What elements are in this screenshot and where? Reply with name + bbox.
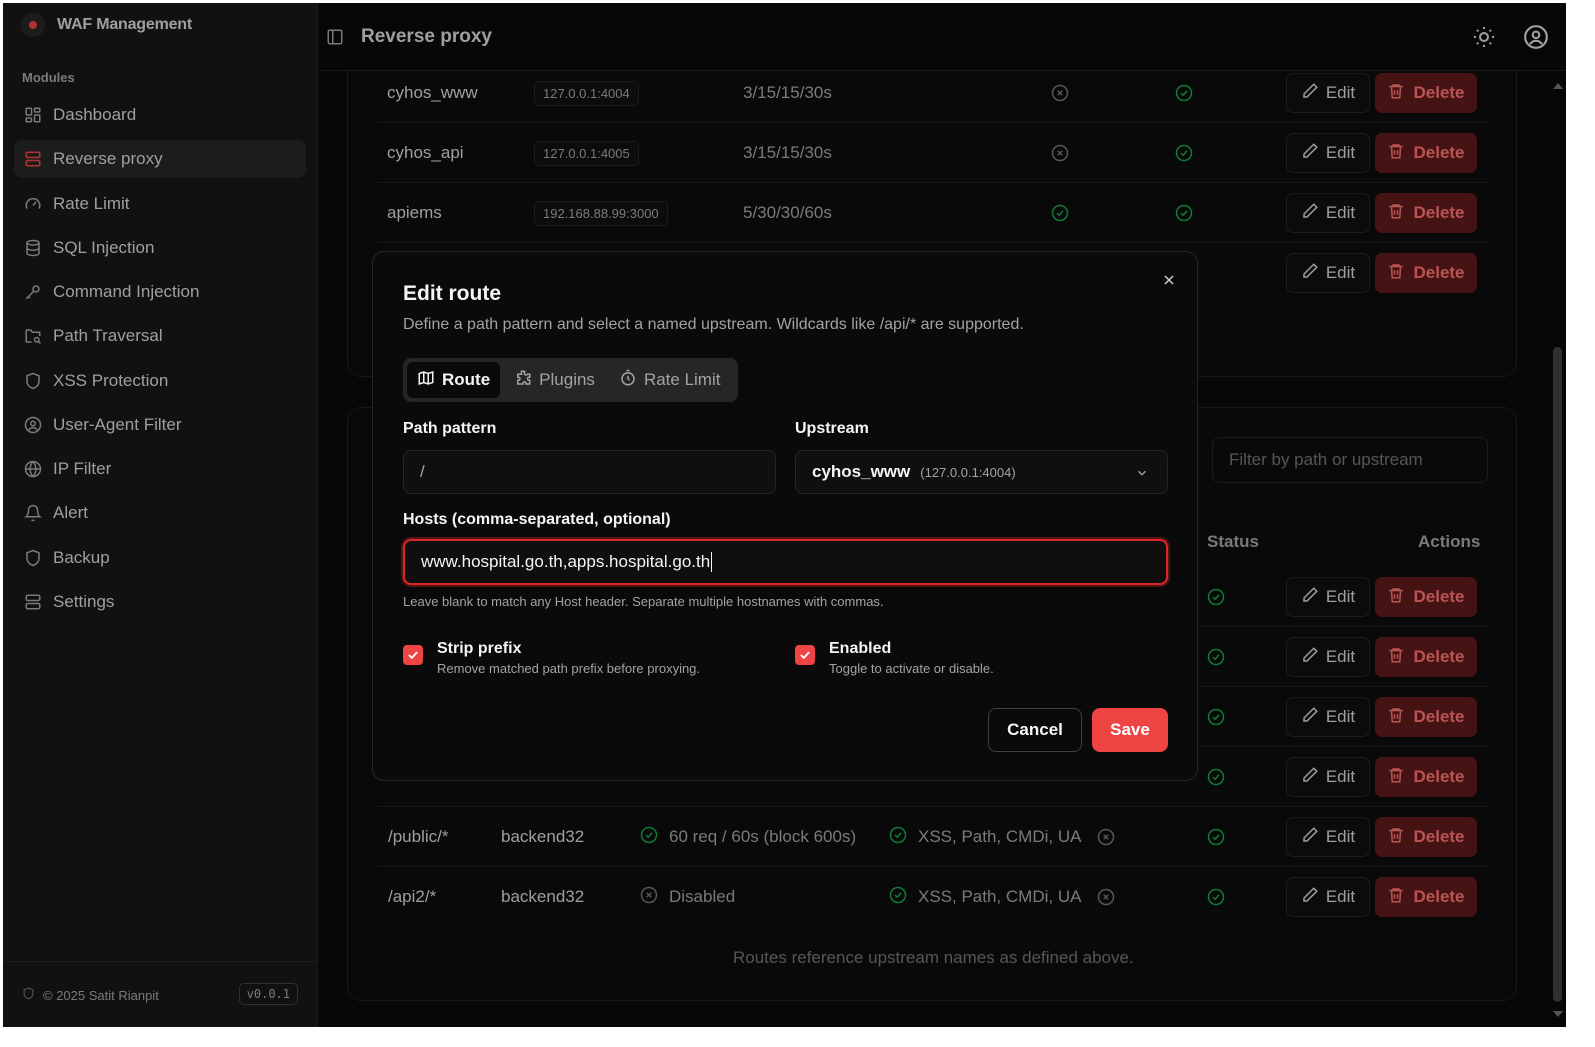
upstream-selected-value: cyhos_www [812, 462, 911, 481]
tab-label: Route [442, 370, 491, 389]
upstream-label: Upstream [795, 420, 869, 437]
text-caret [711, 552, 713, 572]
puzzle-icon [514, 369, 532, 392]
hosts-input[interactable]: www.hospital.go.th,apps.hospital.go.th [403, 539, 1168, 585]
strip-prefix-description: Remove matched path prefix before proxyi… [437, 661, 701, 676]
edit-route-dialog: Edit route Define a path pattern and sel… [372, 251, 1198, 781]
hosts-label: Hosts (comma-separated, optional) [403, 511, 671, 528]
save-button[interactable]: Save [1092, 708, 1168, 752]
tab-label: Rate Limit [643, 370, 721, 389]
dialog-description: Define a path pattern and select a named… [403, 316, 1024, 333]
path-pattern-input[interactable]: / [403, 450, 776, 494]
enabled-checkbox[interactable] [795, 645, 815, 665]
upstream-selected-address: (127.0.0.1:4004) [920, 464, 1016, 480]
chevron-down-icon [1135, 465, 1149, 485]
tab-label: Plugins [539, 370, 595, 389]
hosts-help-text: Leave blank to match any Host header. Se… [403, 594, 884, 609]
dialog-title: Edit route [403, 282, 501, 305]
hosts-input-value: www.hospital.go.th,apps.hospital.go.th [421, 552, 711, 571]
tab-route[interactable]: Route [407, 362, 501, 398]
enabled-description: Toggle to activate or disable. [829, 661, 994, 676]
tab-rate-limit[interactable]: Rate Limit [609, 362, 731, 398]
timer-icon [619, 369, 637, 392]
tab-plugins[interactable]: Plugins [504, 362, 605, 398]
dialog-tabs: Route Plugins Rate Limit [403, 358, 738, 402]
enabled-label: Enabled [829, 640, 892, 657]
app-window: WAF Management Modules Dashboard Reverse… [3, 3, 1566, 1027]
upstream-select[interactable]: cyhos_www (127.0.0.1:4004) [795, 450, 1168, 494]
map-icon [417, 369, 435, 392]
strip-prefix-label: Strip prefix [437, 640, 522, 657]
strip-prefix-checkbox[interactable] [403, 645, 423, 665]
cancel-button[interactable]: Cancel [988, 708, 1082, 752]
close-icon[interactable] [1161, 272, 1177, 293]
path-pattern-label: Path pattern [403, 420, 497, 437]
